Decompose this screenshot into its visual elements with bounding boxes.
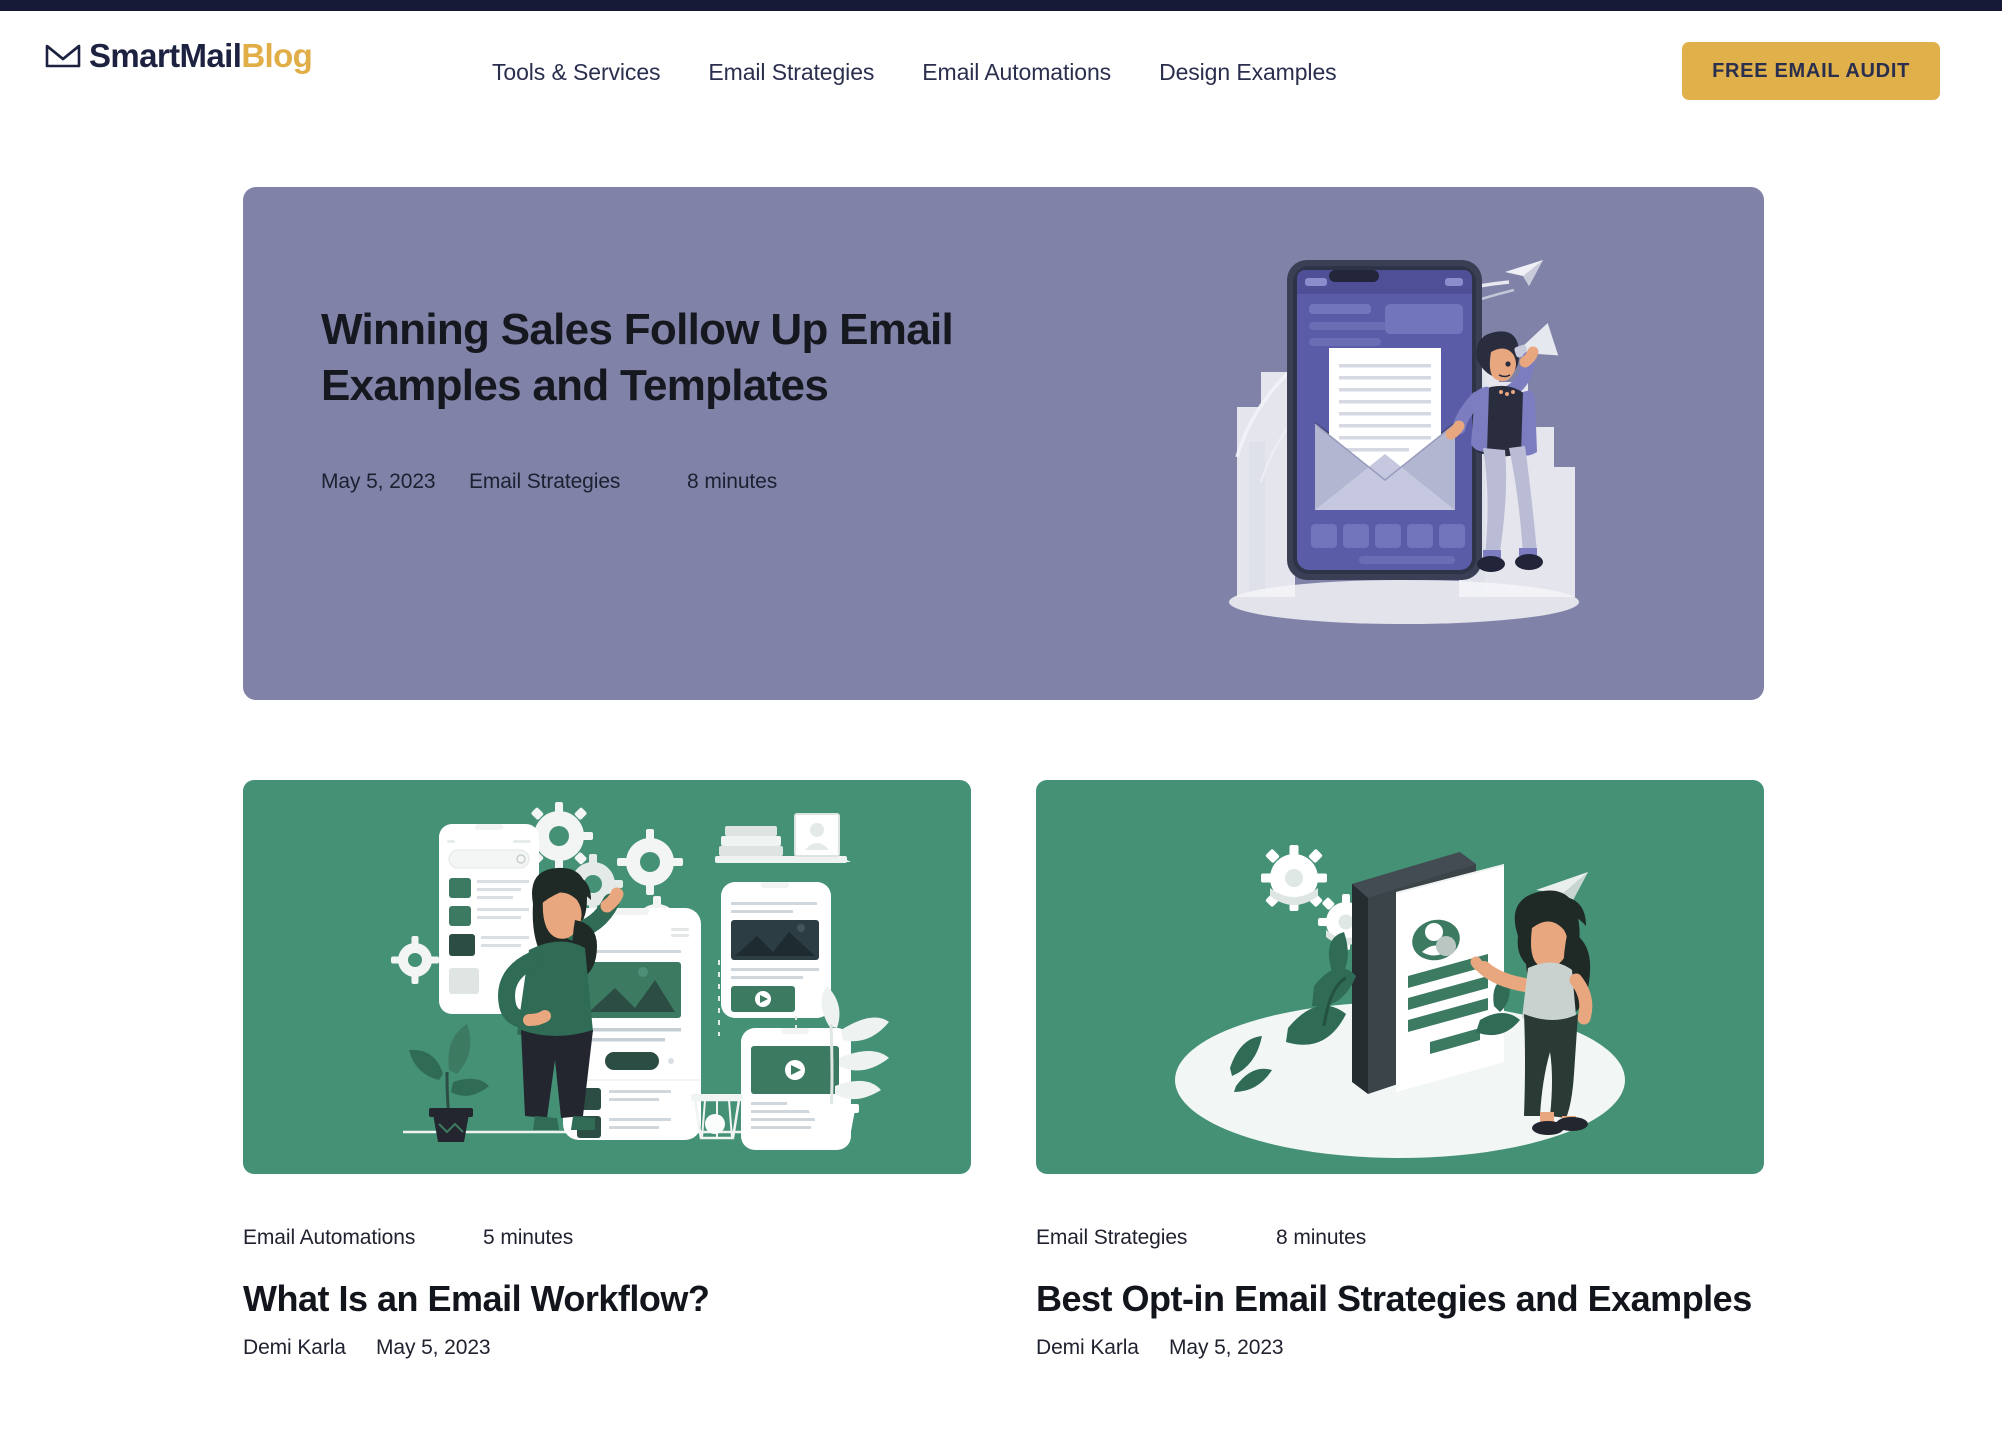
post-thumbnail [243,780,971,1174]
featured-post-text: Winning Sales Follow Up Email Examples a… [321,302,1001,494]
post-byline: Demi Karla May 5, 2023 [1036,1336,1764,1360]
post-list: Email Automations 5 minutes What Is an E… [243,780,1764,1360]
envelope-icon [44,42,82,70]
post-author: Demi Karla [1036,1335,1139,1359]
post-category: Email Strategies [1036,1226,1188,1249]
post-category: Email Automations [243,1226,416,1249]
post-card-opt-in-strategies[interactable]: Email Strategies 8 minutes Best Opt-in E… [1036,780,1764,1360]
logo-text-primary: SmartMail [89,37,242,74]
logo-text-accent: Blog [241,37,313,74]
post-read-time: 8 minutes [1276,1226,1367,1249]
post-byline: Demi Karla May 5, 2023 [243,1336,971,1360]
featured-post-date: May 5, 2023 [321,469,436,493]
featured-post-title: Winning Sales Follow Up Email Examples a… [321,305,954,410]
nav-item-email-strategies[interactable]: Email Strategies [708,59,874,86]
nav-item-design-examples[interactable]: Design Examples [1159,59,1337,86]
free-email-audit-button[interactable]: FREE EMAIL AUDIT [1682,42,1940,100]
top-accent-strip [0,0,2002,11]
featured-post-category: Email Strategies [469,469,621,493]
nav-item-email-automations[interactable]: Email Automations [922,59,1111,86]
main-navigation: Tools & Services Email Strategies Email … [492,59,1337,86]
featured-post-card[interactable]: Winning Sales Follow Up Email Examples a… [243,187,1764,700]
site-header: SmartMailBlog Tools & Services Email Str… [0,11,2002,123]
isometric-phone-signup-form-illustration [1036,780,1764,1174]
post-card-email-workflow[interactable]: Email Automations 5 minutes What Is an E… [243,780,971,1360]
post-thumbnail [1036,780,1764,1174]
post-date: May 5, 2023 [376,1335,491,1359]
site-logo[interactable]: SmartMailBlog [44,37,313,74]
post-read-time: 5 minutes [483,1226,574,1249]
post-title: Best Opt-in Email Strategies and Example… [1036,1278,1752,1319]
phone-envelope-megaphone-illustration [1209,242,1599,642]
woman-phone-mockups-gears-illustration [243,780,971,1174]
featured-post-read-time: 8 minutes [687,469,778,493]
post-date: May 5, 2023 [1169,1335,1284,1359]
post-title: What Is an Email Workflow? [243,1278,710,1319]
nav-item-tools-services[interactable]: Tools & Services [492,59,661,86]
post-author: Demi Karla [243,1335,346,1359]
post-meta: Email Strategies 8 minutes [1036,1226,1764,1250]
post-meta: Email Automations 5 minutes [243,1226,971,1250]
featured-post-meta: May 5, 2023 Email Strategies 8 minutes [321,470,1001,494]
logo-wordmark: SmartMailBlog [89,37,313,74]
